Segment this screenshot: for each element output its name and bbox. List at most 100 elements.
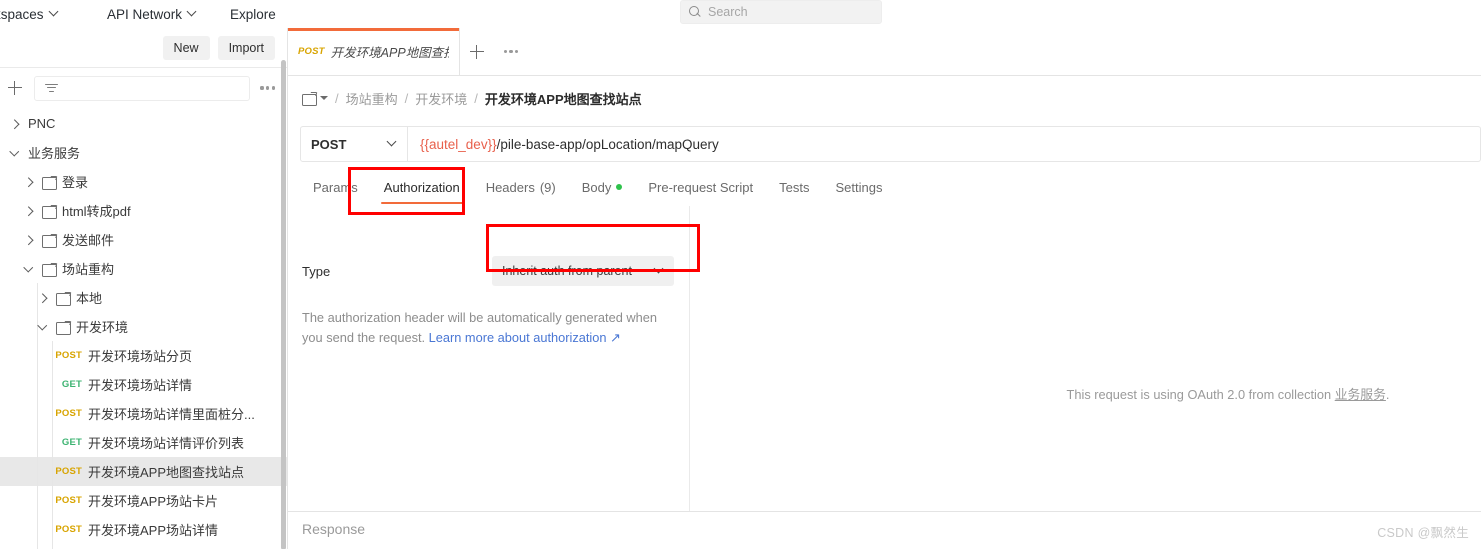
folder-icon — [42, 205, 57, 219]
http-method-select[interactable]: POST — [300, 126, 408, 162]
auth-type-value: Inherit auth from parent — [502, 264, 632, 278]
breadcrumb-item-1[interactable]: 场站重构 — [346, 89, 398, 108]
auth-type-select[interactable]: Inherit auth from parent — [492, 256, 674, 286]
request-tab-active[interactable]: POST 开发环境APP地图查找站点 — [288, 28, 460, 75]
nav-explore-label: Explore — [230, 6, 276, 22]
ellipsis-icon — [503, 49, 519, 54]
tree-item-label: 开发环境 — [76, 320, 129, 335]
tree-item-label: 开发环境场站详情里面桩分... — [88, 407, 255, 422]
import-button[interactable]: Import — [217, 35, 275, 60]
tree-folder-item[interactable]: PNC — [0, 109, 287, 138]
tree-request-item[interactable]: POST 开发环境APP场站详情 — [0, 515, 287, 544]
breadcrumb-item-2[interactable]: 开发环境 — [415, 89, 467, 108]
sidebar-actions: New Import — [0, 28, 287, 68]
chevron-right-icon[interactable] — [24, 235, 34, 245]
url-path: /pile-base-app/opLocation/mapQuery — [496, 136, 719, 152]
tree-item-label: PNC — [28, 116, 56, 131]
request-tab-label: Headers — [485, 179, 535, 195]
tab-method-label: POST — [298, 46, 325, 57]
url-variable: {{autel_dev}} — [420, 136, 497, 152]
nav-api-network[interactable]: API Network — [107, 7, 197, 22]
oauth-info-note: This request is using OAuth 2.0 from col… — [988, 384, 1468, 403]
tree-folder-item[interactable]: 本地 — [0, 283, 287, 312]
sidebar-more-options-icon[interactable] — [260, 86, 275, 90]
request-tab-label: Authorization — [383, 179, 460, 195]
request-tab-authorization[interactable]: Authorization — [371, 168, 473, 206]
sidebar-filter-input[interactable] — [34, 75, 251, 101]
chevron-down-icon[interactable] — [38, 322, 48, 332]
new-button[interactable]: New — [162, 35, 210, 60]
tree-request-item[interactable]: GET 开发环境场站详情 — [0, 370, 287, 399]
breadcrumb-separator: / — [335, 90, 339, 106]
sidebar-scrollbar[interactable] — [281, 60, 286, 549]
nav-workspaces[interactable]: orkspaces — [0, 7, 59, 22]
authorization-pane: Type Inherit auth from parent The author… — [288, 206, 690, 511]
chevron-right-icon[interactable] — [38, 293, 48, 303]
tree-item-label: 开发环境APP场站卡片 — [88, 494, 219, 509]
folder-icon — [302, 92, 317, 106]
chevron-right-icon[interactable] — [10, 119, 20, 129]
breadcrumb-separator: / — [404, 90, 409, 106]
tree-request-item[interactable]: POST 开发环境场站分页 — [0, 341, 287, 370]
request-tab-settings[interactable]: Settings — [822, 168, 895, 206]
tree-folder-item[interactable]: 发送邮件 — [0, 225, 287, 254]
tree-folder-item[interactable]: 场站重构 — [0, 254, 287, 283]
tree-guide-line — [37, 399, 38, 428]
chevron-down-icon[interactable] — [10, 148, 20, 158]
request-tab-body[interactable]: Body — [569, 168, 636, 206]
add-icon[interactable] — [6, 79, 24, 97]
oauth-collection-link[interactable]: 业务服务 — [1335, 387, 1386, 402]
sidebar: New Import PNC 业务服务登录 html转成pdf 发送邮件场站重构本地开… — [0, 28, 288, 549]
tree-folder-item[interactable]: html转成pdf — [0, 196, 287, 225]
chevron-down-icon — [50, 8, 59, 17]
folder-icon — [56, 321, 71, 335]
request-tab-label: Pre-request Script — [648, 179, 754, 195]
tree-guide-line — [52, 341, 53, 370]
chevron-down-icon — [188, 8, 197, 17]
learn-more-link[interactable]: Learn more about authorization ↗ — [429, 330, 621, 345]
tree-guide-line — [37, 428, 38, 457]
tab-more-options-button[interactable] — [494, 28, 528, 75]
folder-icon — [42, 263, 57, 277]
request-tab-label: Body — [581, 179, 612, 195]
tree-item-label: 开发环境场站分页 — [88, 349, 193, 364]
tree-guide-line — [52, 399, 53, 428]
chevron-down-icon[interactable] — [24, 264, 34, 274]
breadcrumb-folder-selector[interactable] — [302, 92, 328, 106]
tree-request-item[interactable]: POST 开发环境场站详情里面桩分... — [0, 399, 287, 428]
request-url-input[interactable]: {{autel_dev}}/pile-base-app/opLocation/m… — [408, 126, 1481, 162]
chevron-right-icon[interactable] — [24, 206, 34, 216]
chevron-right-icon[interactable] — [24, 177, 34, 187]
request-tab-params[interactable]: Params — [300, 168, 371, 206]
request-method-label: POST — [55, 466, 82, 477]
nav-explore[interactable]: Explore — [230, 7, 276, 22]
tree-item-label: 开发环境APP地图查找站点 — [88, 465, 245, 480]
tree-guide-line — [37, 370, 38, 399]
request-tab-label: Settings — [835, 179, 883, 195]
tree-item-label: 业务服务 — [28, 146, 81, 161]
tree-folder-item[interactable]: 业务服务 — [0, 138, 287, 167]
tree-request-item[interactable]: GET 开发环境场站详情评价列表 — [0, 428, 287, 457]
new-tab-button[interactable] — [460, 28, 494, 75]
breadcrumb-separator: / — [474, 90, 478, 106]
request-tab-tests[interactable]: Tests — [766, 168, 822, 206]
global-search-input[interactable]: Search — [680, 0, 882, 24]
tree-request-item[interactable]: POST 开发环境APP地图查找站点 — [0, 457, 287, 486]
request-tab-pre-request-script[interactable]: Pre-request Script — [635, 168, 766, 206]
auth-type-label: Type — [302, 263, 331, 279]
request-tab-count: (9) — [539, 179, 556, 195]
request-tab-label: Params — [313, 179, 358, 195]
tree-folder-item[interactable]: 登录 — [0, 167, 287, 196]
request-method-label: POST — [55, 524, 82, 535]
tree-guide-line — [37, 515, 38, 544]
tree-request-item[interactable]: POST 开发环境APP场站卡片 — [0, 486, 287, 515]
tree-item-label: 场站重构 — [62, 262, 115, 277]
tree-request-item[interactable]: POST查询充电设备列表 — [0, 544, 287, 549]
tree-folder-item[interactable]: 开发环境 — [0, 312, 287, 341]
nav-workspaces-label: orkspaces — [0, 6, 44, 22]
folder-icon — [56, 292, 71, 306]
breadcrumb: / 场站重构 / 开发环境 / 开发环境APP地图查找站点 — [288, 76, 642, 120]
request-tab-headers[interactable]: Headers (9) — [473, 168, 569, 206]
oauth-note-suffix: . — [1385, 387, 1390, 402]
folder-icon — [42, 176, 57, 190]
